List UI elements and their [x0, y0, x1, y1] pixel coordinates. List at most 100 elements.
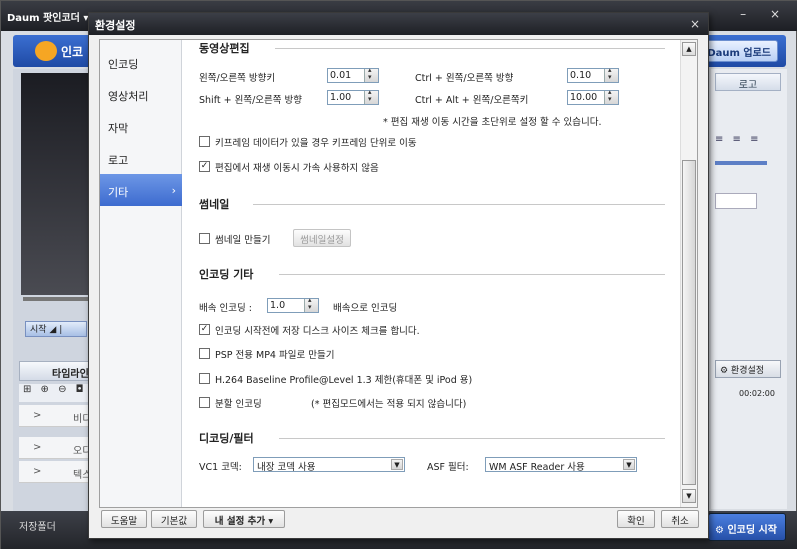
env-settings-button[interactable]: ⚙ 환경설정 — [715, 360, 781, 378]
nav-label: 로고 — [108, 154, 129, 167]
spin-value[interactable]: 10.00 — [570, 92, 597, 103]
divider — [279, 274, 665, 275]
app-title[interactable]: Daum 팟인코더 ▾ — [7, 9, 88, 24]
select-value[interactable]: WM ASF Reader 사용 — [489, 462, 585, 473]
spin-buttons[interactable] — [364, 66, 378, 82]
disk-check-checkbox[interactable]: ✓ — [199, 324, 210, 335]
chevron-right-icon: › — [171, 184, 176, 197]
vc1-label: VC1 코덱: — [199, 462, 242, 473]
timeline-tab[interactable]: 타임라인 — [19, 361, 99, 381]
logo-input[interactable] — [715, 193, 757, 209]
help-button[interactable]: 도움말 — [101, 510, 147, 528]
no-accel-label[interactable]: 편집에서 재생 이동시 가속 사용하지 않음 — [215, 160, 379, 174]
cancel-button[interactable]: 취소 — [661, 510, 699, 528]
split-checkbox[interactable] — [199, 397, 210, 408]
keyframe-checkbox[interactable] — [199, 136, 210, 147]
section-heading-video-edit: 동영상편집 — [199, 42, 250, 55]
divider — [275, 48, 665, 49]
settings-nav: 인코딩 영상처리 자막 로고 기타 › — [100, 40, 182, 507]
section-heading-encoding-misc: 인코딩 기타 — [199, 268, 254, 281]
daum-upload-button[interactable]: Daum 업로드 — [700, 40, 778, 62]
split-note: (* 편집모드에서는 적용 되지 않습니다) — [311, 399, 467, 410]
seek-time-note: * 편집 재생 이동 시간을 초단위로 설정 할 수 있습니다. — [383, 117, 602, 128]
no-accel-checkbox[interactable]: ✓ — [199, 161, 210, 172]
logo-tab[interactable]: 로고 — [715, 73, 781, 91]
divider — [279, 438, 665, 439]
split-label[interactable]: 분할 인코딩 — [215, 396, 262, 410]
nav-item-misc[interactable]: 기타 › — [100, 174, 182, 206]
disk-check-label[interactable]: 인코딩 시작전에 저장 디스크 사이즈 체크를 합니다. — [215, 323, 420, 337]
video-preview — [21, 73, 97, 295]
nav-item-encoding[interactable]: 인코딩 — [100, 46, 182, 78]
vc1-select[interactable]: 내장 코덱 사용 ▼ — [253, 457, 405, 473]
left-right-key-input[interactable]: 0.01 — [327, 66, 379, 83]
select-value[interactable]: 내장 코덱 사용 — [257, 462, 315, 473]
shift-left-right-input[interactable]: 1.00 — [327, 88, 379, 105]
timeline-tools[interactable]: ⊞ ⊕ ⊖ ◘ — [19, 384, 99, 402]
scroll-thumb[interactable] — [682, 160, 696, 485]
ctrl-left-right-input[interactable]: 0.10 — [567, 66, 619, 83]
save-folder-label[interactable]: 저장폴더 — [19, 518, 56, 533]
seek-bar[interactable] — [23, 297, 93, 301]
opacity-slider[interactable] — [715, 161, 767, 165]
spin-buttons[interactable] — [604, 88, 618, 104]
ctrl-left-right-label: Ctrl + 왼쪽/오른쪽 방향 — [415, 73, 514, 84]
nav-item-subtitle[interactable]: 자막 — [100, 110, 182, 142]
section-heading-thumbnail: 썸네일 — [199, 198, 230, 211]
align-buttons[interactable]: ≡ ≡ ≡ — [715, 134, 762, 145]
spin-buttons[interactable] — [364, 88, 378, 104]
settings-content: 동영상편집 왼쪽/오른쪽 방향키 0.01 Ctrl + 왼쪽/오른쪽 방향 0… — [183, 40, 680, 507]
chevron-down-icon[interactable]: ▼ — [623, 459, 635, 470]
chevron-right-icon[interactable]: > — [33, 442, 41, 453]
dialog-title: 환경설정 — [95, 19, 136, 32]
add-my-settings-button[interactable]: 내 설정 추가 ▾ — [203, 510, 285, 528]
track-row[interactable]: > 오디 — [19, 437, 99, 459]
track-row[interactable]: > 비디 — [19, 405, 99, 427]
scroll-down-icon[interactable]: ▼ — [682, 489, 696, 503]
encode-start-button[interactable]: ⚙ 인코딩 시작 — [708, 513, 786, 541]
ctrl-alt-left-right-input[interactable]: 10.00 — [567, 88, 619, 105]
nav-label: 영상처리 — [108, 90, 149, 103]
dialog-titlebar: 환경설정 × — [89, 13, 708, 35]
ctrl-alt-left-right-label: Ctrl + Alt + 왼쪽/오른쪽키 — [415, 95, 529, 106]
chevron-down-icon[interactable]: ▼ — [391, 459, 403, 470]
spin-value[interactable]: 1.0 — [270, 300, 285, 311]
nav-item-video-processing[interactable]: 영상처리 — [100, 78, 182, 110]
start-marker-button[interactable]: 시작 ◢ | — [25, 321, 87, 337]
spin-value[interactable]: 0.01 — [330, 70, 351, 81]
spin-buttons[interactable] — [304, 296, 318, 312]
nav-label: 인코딩 — [108, 58, 139, 71]
asf-select[interactable]: WM ASF Reader 사용 ▼ — [485, 457, 637, 473]
spin-value[interactable]: 0.10 — [570, 70, 591, 81]
divider — [253, 204, 665, 205]
spin-value[interactable]: 1.00 — [330, 92, 351, 103]
psp-label[interactable]: PSP 전용 MP4 파일로 만들기 — [215, 347, 334, 361]
timeline-time-label: 00:02:00 — [739, 389, 775, 398]
track-row[interactable]: > 텍스 — [19, 461, 99, 483]
chevron-right-icon[interactable]: > — [33, 410, 41, 421]
thumbnail-checkbox[interactable] — [199, 233, 210, 244]
default-button[interactable]: 기본값 — [151, 510, 197, 528]
window-controls[interactable]: – × — [740, 7, 790, 21]
psp-checkbox[interactable] — [199, 348, 210, 359]
speed-suffix: 배속으로 인코딩 — [333, 303, 398, 314]
spin-buttons[interactable] — [604, 66, 618, 82]
shift-left-right-label: Shift + 왼쪽/오른쪽 방향 — [199, 95, 302, 106]
settings-dialog: 환경설정 × 인코딩 영상처리 자막 로고 기타 › 동영상편집 왼쪽/오른쪽 … — [88, 12, 709, 539]
chevron-right-icon[interactable]: > — [33, 466, 41, 477]
keyframe-label[interactable]: 키프레임 데이터가 있을 경우 키프레임 단위로 이동 — [215, 135, 417, 149]
ok-button[interactable]: 확인 — [617, 510, 655, 528]
thumbnail-settings-button[interactable]: 썸네일설정 — [293, 229, 351, 247]
nav-label: 자막 — [108, 122, 129, 135]
speed-label: 배속 인코딩 : — [199, 303, 252, 314]
h264-label[interactable]: H.264 Baseline Profile@Level 1.3 제한(휴대폰 … — [215, 372, 472, 386]
speed-input[interactable]: 1.0 — [267, 296, 319, 313]
dialog-body: 인코딩 영상처리 자막 로고 기타 › 동영상편집 왼쪽/오른쪽 방향키 0.0… — [99, 39, 698, 508]
close-icon[interactable]: × — [690, 17, 700, 31]
h264-checkbox[interactable] — [199, 373, 210, 384]
nav-item-logo[interactable]: 로고 — [100, 142, 182, 174]
asf-label: ASF 필터: — [427, 462, 469, 473]
vertical-scrollbar[interactable]: ▲ ▼ — [680, 40, 697, 507]
thumbnail-label[interactable]: 썸네일 만들기 — [215, 232, 270, 246]
scroll-up-icon[interactable]: ▲ — [682, 42, 696, 56]
